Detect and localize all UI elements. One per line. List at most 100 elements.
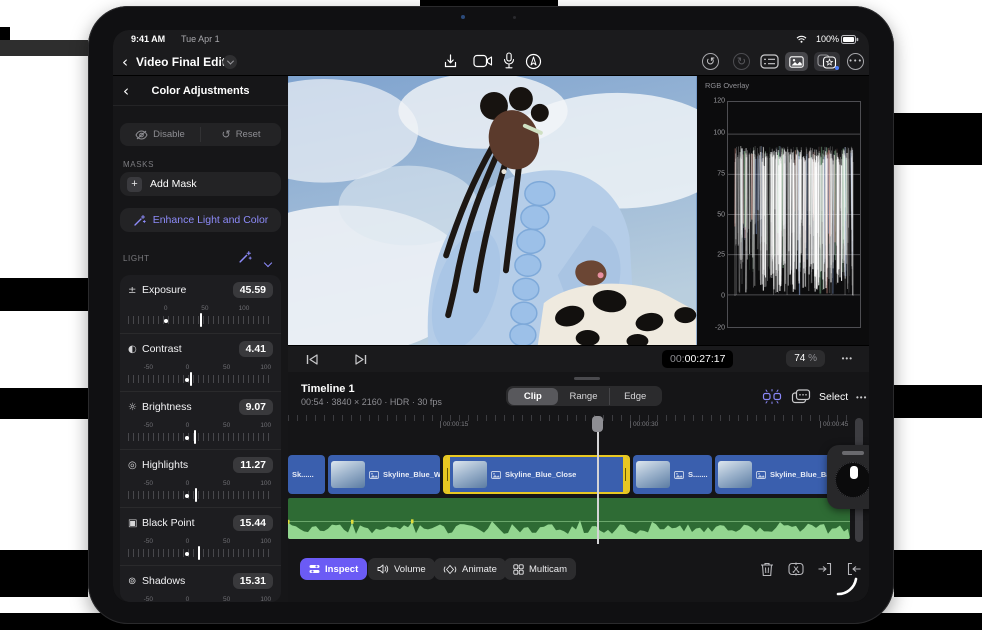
clip-thumbnail	[636, 461, 670, 488]
ruler-label: 00:00:45	[820, 421, 848, 428]
redo-icon[interactable]: ↻	[733, 53, 750, 70]
inspect-label: Inspect	[325, 563, 359, 575]
more-icon[interactable]: •••	[847, 53, 864, 70]
add-mask-button[interactable]: + Add Mask	[120, 172, 281, 196]
slider-track[interactable]: -50 0 50 100	[128, 480, 273, 504]
slider-value[interactable]: 11.27	[233, 457, 273, 473]
timeline-clip[interactable]: S.......	[633, 455, 712, 494]
timeline-ruler[interactable]: 00:00:15 00:00:30 00:00:45	[288, 415, 855, 432]
page-curl-indicator[interactable]	[834, 576, 860, 596]
light-wand-icon[interactable]	[238, 250, 252, 264]
mode-range[interactable]: Range	[558, 388, 609, 405]
jog-drag-handle[interactable]	[842, 451, 864, 455]
enhance-light-color-button[interactable]: Enhance Light and Color	[120, 208, 281, 232]
timeline-clip[interactable]: Sk......	[288, 455, 325, 494]
slider-track[interactable]: -50 0 50 100	[128, 596, 273, 602]
add-mask-label: Add Mask	[150, 178, 197, 190]
trim-handle-right[interactable]	[623, 457, 628, 492]
preview-zoom-level[interactable]: 74 %	[786, 350, 825, 367]
timeline-scrollbar-thumb[interactable]	[855, 418, 863, 448]
delete-clip-icon[interactable]	[756, 559, 778, 579]
photo-icon	[756, 470, 766, 479]
insert-left-icon[interactable]	[814, 559, 836, 579]
battery-percent: 100%	[815, 34, 839, 44]
status-time: 9:41 AM	[131, 34, 166, 44]
disable-button[interactable]: Disable	[120, 123, 200, 146]
undo-icon[interactable]: ↺	[702, 53, 719, 70]
multicam-button[interactable]: Multicam	[504, 558, 577, 580]
slider-indicator[interactable]	[198, 546, 201, 560]
disable-label: Disable	[153, 129, 185, 140]
slider-name: Contrast	[142, 343, 182, 355]
draw-icon[interactable]	[525, 53, 542, 70]
playhead-handle[interactable]	[592, 416, 603, 432]
select-tool-label[interactable]: Select	[819, 391, 848, 403]
panel-back-icon[interactable]: ‹	[123, 82, 129, 100]
mode-clip[interactable]: Clip	[507, 387, 559, 405]
timeline-more-icon[interactable]: •••	[856, 393, 867, 402]
timeline-area: Timeline 1 00:54 · 3840 × 2160 · HDR · 3…	[288, 372, 869, 602]
timeline-info: Timeline 1 00:54 · 3840 × 2160 · HDR · 3…	[301, 383, 442, 407]
timeline-clip[interactable]: Skyline_Blue_Wide	[328, 455, 440, 494]
slider-track[interactable]: -50 0 50 100	[128, 422, 273, 446]
blade-split-icon[interactable]	[785, 559, 807, 579]
skip-forward-icon[interactable]	[355, 354, 367, 365]
slider-name: Black Point	[142, 517, 195, 529]
slider-indicator[interactable]	[200, 313, 203, 327]
reset-button[interactable]: ↺ Reset	[201, 123, 281, 146]
slider-value[interactable]: 45.59	[232, 282, 273, 298]
eye-off-icon	[135, 129, 148, 140]
slider-indicator[interactable]	[195, 488, 198, 502]
slider-indicator[interactable]	[193, 430, 196, 444]
mode-edge[interactable]: Edge	[608, 387, 661, 405]
timeline-title: Timeline 1	[301, 383, 355, 395]
import-icon[interactable]	[442, 53, 459, 70]
slider-track[interactable]: -50 0 50 100	[128, 364, 273, 388]
clip-label: Sk......	[292, 470, 314, 479]
multicam-label: Multicam	[529, 563, 568, 575]
background-window-fragment	[0, 40, 88, 56]
jog-wheel-widget[interactable]	[827, 445, 869, 509]
light-collapse-chevron-icon[interactable]	[263, 253, 273, 271]
camera-icon[interactable]	[473, 54, 493, 68]
timeline-clip-selected[interactable]: Skyline_Blue_Close	[443, 455, 630, 494]
slider-indicator[interactable]	[189, 372, 192, 386]
project-title-chevron[interactable]	[223, 55, 237, 69]
highlights-icon: ◎	[128, 459, 137, 471]
back-icon[interactable]: ‹	[122, 53, 128, 71]
browser-icon[interactable]	[760, 54, 779, 69]
slider-value[interactable]: 15.44	[232, 515, 273, 531]
speaker-icon	[377, 564, 389, 574]
project-title[interactable]: Video Final Edit	[136, 55, 226, 69]
exposure-icon: ±	[128, 284, 137, 296]
animate-button[interactable]: Animate	[434, 558, 506, 580]
background-window-fragment	[0, 278, 88, 311]
preview-more-icon[interactable]: •••	[842, 354, 853, 363]
trim-handle-left[interactable]	[445, 457, 450, 492]
video-preview[interactable]	[288, 76, 697, 345]
animate-label: Animate	[462, 563, 497, 575]
magnetic-timeline-icon[interactable]	[761, 388, 783, 405]
slider-value[interactable]: 4.41	[238, 341, 273, 357]
jog-pointer	[850, 466, 858, 479]
photo-icon	[491, 470, 501, 479]
slider-track[interactable]: -50 0 50 100	[128, 538, 273, 562]
timeline-resize-handle[interactable]	[574, 377, 600, 380]
volume-button[interactable]: Volume	[368, 558, 435, 580]
skip-back-icon[interactable]	[306, 354, 318, 365]
slider-value[interactable]: 9.07	[238, 399, 273, 415]
audio-track[interactable]	[288, 498, 850, 539]
clip-overlap-icon[interactable]	[791, 388, 811, 405]
contrast-icon: ◐	[128, 343, 137, 355]
media-icon[interactable]	[785, 52, 808, 71]
effects-icon[interactable]	[814, 52, 840, 71]
slider-track[interactable]: 0 50 100	[128, 305, 273, 329]
slider-value[interactable]: 15.31	[232, 573, 273, 589]
ipad-screen: 9:41 AM Tue Apr 1 100% ‹ Video Final Edi…	[113, 30, 869, 602]
clip-thumbnail	[331, 461, 365, 488]
timecode-display[interactable]: 00:00:27:17	[662, 350, 734, 368]
inspect-button[interactable]: Inspect	[300, 558, 368, 580]
microphone-icon[interactable]	[502, 52, 516, 70]
slider-name: Brightness	[142, 401, 192, 413]
jog-dial[interactable]	[835, 462, 869, 498]
